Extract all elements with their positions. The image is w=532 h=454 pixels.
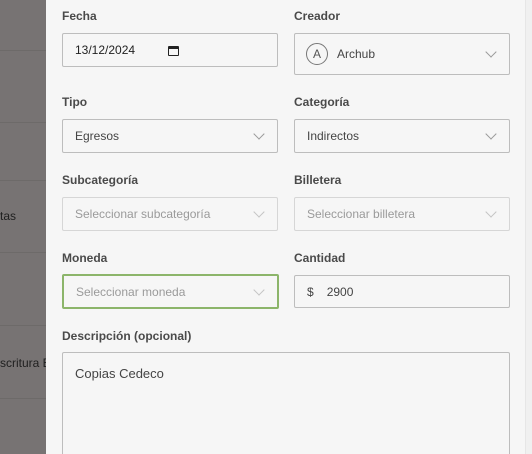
- chevron-down-icon: [253, 128, 265, 140]
- movement-form-panel: Fecha 13/12/2024 Creador A Archub Tipo E…: [46, 0, 532, 454]
- divider: [0, 325, 46, 326]
- creador-value: Archub: [337, 47, 376, 61]
- moneda-select[interactable]: Seleccionar moneda: [62, 274, 279, 309]
- chevron-down-icon: [253, 206, 265, 218]
- background-text: tas: [0, 209, 17, 223]
- divider: [0, 398, 46, 399]
- fecha-input[interactable]: 13/12/2024: [62, 33, 278, 67]
- divider: [0, 180, 46, 181]
- divider: [0, 50, 46, 51]
- divider: [0, 252, 46, 253]
- background-page: tas scritura E: [0, 0, 46, 454]
- cantidad-value: 2900: [326, 284, 354, 299]
- billetera-select[interactable]: Seleccionar billetera: [294, 197, 510, 231]
- categoria-select[interactable]: Indirectos: [294, 119, 510, 153]
- descripcion-textarea[interactable]: Copias Cedeco: [62, 352, 510, 454]
- cantidad-label: Cantidad: [294, 251, 346, 265]
- tipo-value: Egresos: [75, 129, 120, 143]
- scrollbar[interactable]: [525, 0, 532, 454]
- moneda-placeholder: Seleccionar moneda: [76, 284, 186, 299]
- billetera-placeholder: Seleccionar billetera: [307, 207, 416, 221]
- avatar: A: [306, 43, 328, 65]
- subcategoria-label: Subcategoría: [62, 173, 139, 187]
- categoria-label: Categoría: [294, 95, 350, 109]
- chevron-down-icon: [485, 128, 497, 140]
- subcategoria-select[interactable]: Seleccionar subcategoría: [62, 197, 278, 231]
- creador-label: Creador: [294, 9, 341, 23]
- categoria-value: Indirectos: [307, 129, 360, 143]
- cantidad-input[interactable]: $ 2900: [294, 275, 510, 308]
- descripcion-label: Descripción (opcional): [62, 329, 192, 343]
- fecha-value: 13/12/2024: [75, 43, 136, 57]
- currency-symbol: $: [307, 284, 314, 299]
- calendar-icon[interactable]: [168, 46, 179, 56]
- descripcion-value: Copias Cedeco: [75, 366, 164, 381]
- subcategoria-placeholder: Seleccionar subcategoría: [75, 207, 211, 221]
- billetera-label: Billetera: [294, 173, 342, 187]
- chevron-down-icon: [485, 46, 497, 58]
- chevron-down-icon: [485, 206, 497, 218]
- divider: [0, 122, 46, 123]
- tipo-select[interactable]: Egresos: [62, 119, 278, 153]
- fecha-label: Fecha: [62, 9, 97, 23]
- tipo-label: Tipo: [62, 95, 88, 109]
- chevron-down-icon: [253, 283, 265, 296]
- background-text: scritura E: [0, 356, 46, 370]
- creador-select[interactable]: A Archub: [294, 33, 510, 75]
- moneda-label: Moneda: [62, 251, 108, 265]
